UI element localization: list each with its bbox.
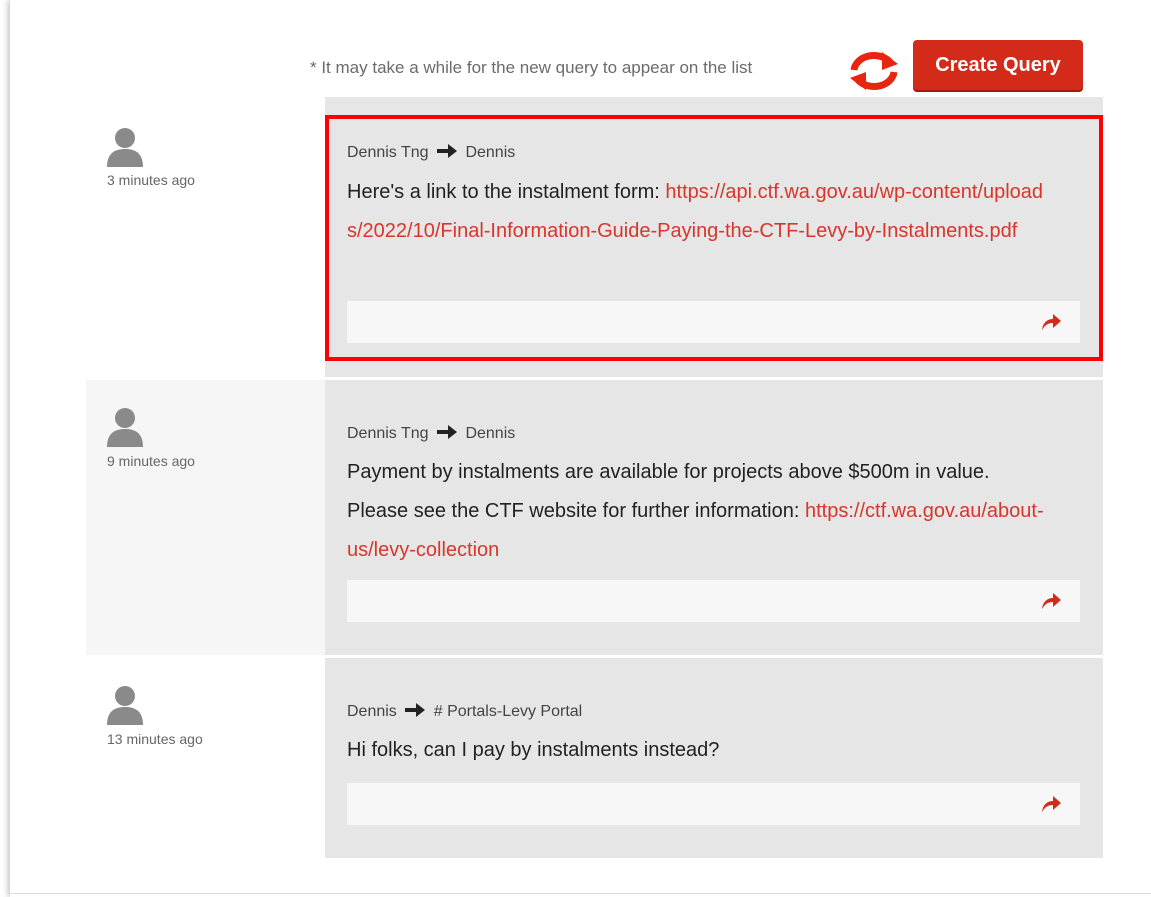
refresh-icon[interactable] [846,50,902,92]
reply-box [347,783,1080,825]
arrow-right-icon [436,425,457,439]
message-route: Dennis Tng Dennis [347,425,515,443]
message-body: Here's a link to the instalment form: ht… [347,173,1047,251]
reply-arrow-icon[interactable] [1040,592,1062,610]
message-text: Hi folks, can I pay by instalments inste… [347,739,720,761]
create-query-button[interactable]: Create Query [913,40,1083,90]
reply-input[interactable] [347,783,1051,825]
reply-arrow-icon[interactable] [1040,795,1062,813]
message-card: Dennis # Portals-Levy Portal Hi folks, c… [325,658,1103,858]
reply-input[interactable] [347,301,1051,343]
reply-box [347,301,1080,343]
refresh-note: * It may take a while for the new query … [310,58,753,77]
sender-name: Dennis [347,703,397,720]
message-entry-2: 9 minutes ago Dennis Tng Dennis Payment … [0,380,1151,655]
message-entry-1: 3 minutes ago Dennis Tng Dennis Here's a… [0,97,1151,377]
message-body: Hi folks, can I pay by instalments inste… [347,731,1047,770]
message-meta: 13 minutes ago [86,658,325,858]
message-card: Dennis Tng Dennis Payment by instalments… [325,380,1103,655]
message-route: Dennis Tng Dennis [347,144,515,162]
message-time: 13 minutes ago [107,731,203,747]
message-entry-3: 13 minutes ago Dennis # Portals-Levy Por… [0,658,1151,858]
avatar-icon [107,128,143,167]
message-meta: 3 minutes ago [86,97,325,377]
toolbar: * It may take a while for the new query … [0,0,1151,97]
arrow-right-icon [405,703,426,717]
message-text: Here's a link to the instalment form: [347,181,666,203]
message-route: Dennis # Portals-Levy Portal [347,703,582,721]
arrow-right-icon [436,144,457,158]
reply-input[interactable] [347,580,1051,622]
message-meta: 9 minutes ago [86,380,325,655]
message-time: 3 minutes ago [107,172,195,188]
recipient-name: # Portals-Levy Portal [433,703,583,720]
sender-name: Dennis Tng [347,144,429,161]
divider [10,893,1151,894]
recipient-name: Dennis [465,144,516,161]
avatar-icon [107,686,143,725]
sender-name: Dennis Tng [347,425,429,442]
reply-arrow-icon[interactable] [1040,313,1062,331]
recipient-name: Dennis [465,425,516,442]
message-body: Payment by instalments are available for… [347,453,1047,570]
message-time: 9 minutes ago [107,453,195,469]
message-card: Dennis Tng Dennis Here's a link to the i… [325,97,1103,377]
avatar-icon [107,408,143,447]
reply-box [347,580,1080,622]
